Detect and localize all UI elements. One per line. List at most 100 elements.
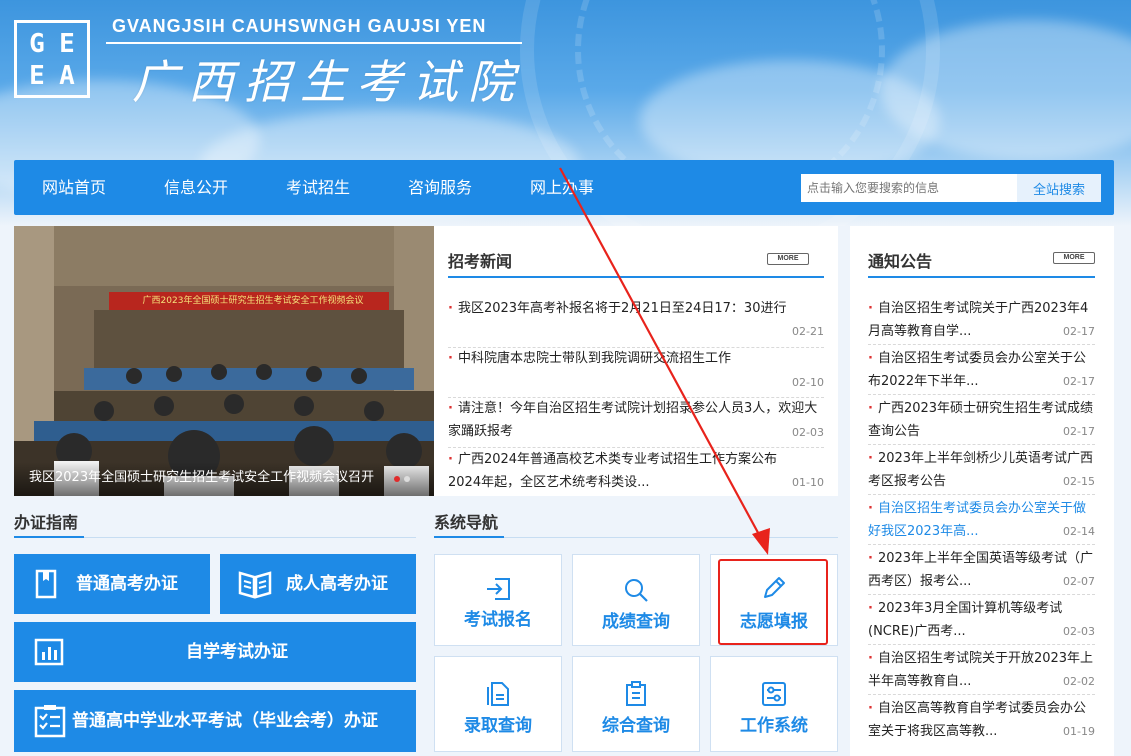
news-item[interactable]: 广西2024年普通高校艺术类专业考试招生工作方案公布 2024年起，全区艺术统考… [448,448,824,496]
search-input[interactable] [801,174,1017,202]
sys-card-comprehensive-query[interactable]: 综合查询 [572,656,700,752]
site-name-latin: GVANGJSIH CAUHSWNGH GAUJSI YEN [112,16,487,36]
site-logo[interactable]: G E E A [14,20,90,98]
notice-item-text: 自治区招生考试院关于广西2023年4月高等教育自学... [868,297,1095,343]
notice-item[interactable]: 2023年上半年全国英语等级考试（广西考区）报考公...02-07 [868,547,1095,593]
nav-exam-enrollment[interactable]: 考试招生 [286,160,350,215]
news-item[interactable]: 中科院唐本忠院士带队到我院调研交流招生工作 02-10 [448,347,824,393]
news-title: 招考新闻 [448,252,513,271]
sys-card-score-query[interactable]: 成绩查询 [572,554,700,646]
guide-button-high-school[interactable]: 普通高中学业水平考试（毕业会考）办证 [14,690,416,752]
news-slider[interactable]: 广西2023年全国硕士研究生招生考试安全工作视频会议 我区2023年全国硕士研究… [14,226,434,496]
news-item[interactable]: 我区2023年高考补报名将于2月21日至24日17：30进行 02-21 [448,297,824,343]
notice-item[interactable]: 广西2023年硕士研究生招生考试成绩查询公告02-17 [868,397,1095,443]
news-item[interactable]: 请注意！今年自治区招生考试院计划招录参公人员3人，欢迎大家踊跃报考 02-03 [448,397,824,445]
logo-letter: G [29,29,45,59]
guide-button-label: 成人高考办证 [286,574,388,594]
clipboard-icon [626,681,646,706]
nav-info-disclosure[interactable]: 信息公开 [164,160,228,215]
news-title-underline [448,276,824,278]
guide-button-label: 自学考试办证 [186,642,288,662]
sysnav-title: 系统导航 [434,513,499,532]
news-item-text: 我区2023年高考补报名将于2月21日至24日17：30进行 [448,297,824,320]
guide-title: 办证指南 [14,513,79,532]
notice-item[interactable]: 自治区招生考试委员会办公室关于做好我区2023年高...02-14 [868,497,1095,543]
sys-card-work-system[interactable]: 工作系统 [710,656,838,752]
notice-item-text: 2023年3月全国计算机等级考试(NCRE)广西考... [868,597,1095,643]
sys-card-admission-query[interactable]: 录取查询 [434,656,562,752]
notice-item-text: 2023年上半年剑桥少儿英语考试广西考区报考公告 [868,447,1095,493]
notice-item[interactable]: 2023年3月全国计算机等级考试(NCRE)广西考...02-03 [868,597,1095,643]
slide-caption[interactable]: 我区2023年全国硕士研究生招生考试安全工作视频会议召开 [29,466,374,485]
news-item-date: 02-03 [792,426,824,439]
open-book-icon [238,571,272,599]
logo-letter: A [59,61,75,91]
news-more-button[interactable]: MORE [767,253,809,265]
sys-card-label: 考试报名 [464,610,532,630]
news-item-date: 02-10 [792,376,824,389]
sys-card-label: 志愿填报 [740,612,808,632]
notice-item[interactable]: 自治区招生考试委员会办公室关于公布2022年下半年...02-17 [868,347,1095,393]
pencil-icon [764,577,785,598]
notice-more-button[interactable]: MORE [1053,252,1095,264]
main-navigation: 网站首页 信息公开 考试招生 咨询服务 网上办事 全站搜索 [14,160,1114,215]
slide-dot-2[interactable] [404,476,410,482]
sys-card-application-filling[interactable]: 志愿填报 [710,554,838,646]
notice-item-date: 02-17 [1063,425,1095,438]
divider [868,594,1095,595]
sys-card-label: 工作系统 [740,716,808,736]
nav-consulting[interactable]: 咨询服务 [408,160,472,215]
notice-item[interactable]: 自治区招生考试院关于开放2023年上半年高等教育自...02-02 [868,647,1095,693]
divider [868,444,1095,445]
guide-title-underline [14,536,84,538]
document-icon [487,682,509,706]
notice-item-date: 02-17 [1063,325,1095,338]
notice-item-date: 02-07 [1063,575,1095,588]
sys-card-label: 录取查询 [464,716,532,736]
nav-home[interactable]: 网站首页 [42,160,106,215]
notice-item-text: 自治区招生考试院关于开放2023年上半年高等教育自... [868,647,1095,693]
divider [868,394,1095,395]
nav-online-services[interactable]: 网上办事 [530,160,594,215]
notice-title-underline [868,276,1095,278]
news-item-date: 01-10 [792,476,824,489]
divider [868,494,1095,495]
sys-card-label: 成绩查询 [602,612,670,632]
sys-card-exam-registration[interactable]: 考试报名 [434,554,562,646]
notice-title: 通知公告 [868,252,933,271]
notice-item-date: 02-17 [1063,375,1095,388]
checklist-icon [34,705,66,738]
news-item-text: 中科院唐本忠院士带队到我院调研交流招生工作 [448,347,824,370]
news-item-text: 请注意！今年自治区招生考试院计划招录参公人员3人，欢迎大家踊跃报考 [448,397,824,443]
banner-text: 广西2023年全国硕士研究生招生考试安全工作视频会议 [142,296,364,306]
logo-letter: E [59,29,75,59]
search-button[interactable]: 全站搜索 [1017,174,1101,202]
notice-item-date: 02-02 [1063,675,1095,688]
slide-dots [394,476,410,482]
notice-item-text: 自治区高等教育自学考试委员会办公室关于将我区高等教... [868,697,1095,743]
guide-button-label: 普通高中学业水平考试（毕业会考）办证 [72,711,378,731]
slide-caption-bar: 我区2023年全国硕士研究生招生考试安全工作视频会议召开 [14,462,434,496]
guide-button-self-study[interactable]: 自学考试办证 [14,622,416,682]
notice-item-date: 02-15 [1063,475,1095,488]
notice-item[interactable]: 自治区招生考试院关于广西2023年4月高等教育自学...02-17 [868,297,1095,343]
logo-letter: E [29,61,45,91]
meeting-photo [14,226,434,496]
chart-icon [34,638,64,666]
notice-item[interactable]: 自治区高等教育自学考试委员会办公室关于将我区高等教...01-19 [868,697,1095,743]
notice-item-text: 广西2023年硕士研究生招生考试成绩查询公告 [868,397,1095,443]
notice-item[interactable]: 2023年上半年剑桥少儿英语考试广西考区报考公告02-15 [868,447,1095,493]
notice-item-text: 自治区招生考试委员会办公室关于公布2022年下半年... [868,347,1095,393]
guide-button-adult[interactable]: 成人高考办证 [220,554,416,614]
divider [868,544,1095,545]
slide-dot-1[interactable] [394,476,400,482]
book-icon [35,569,57,599]
login-icon [487,578,510,600]
sys-card-label: 综合查询 [602,716,670,736]
divider [868,644,1095,645]
sysnav-title-underline [434,536,504,538]
notice-item-date: 01-19 [1063,725,1095,738]
search-icon [625,579,648,602]
guide-button-gaokao[interactable]: 普通高考办证 [14,554,210,614]
divider [868,694,1095,695]
